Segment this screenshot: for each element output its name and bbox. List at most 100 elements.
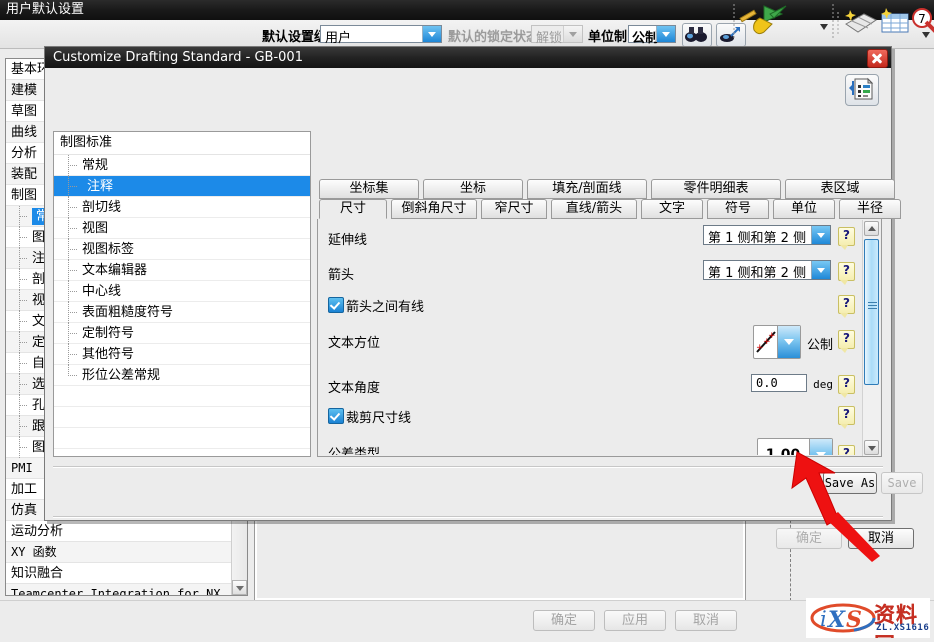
tab-2-row1[interactable]: 填充/剖面线 [527, 179, 647, 199]
drafting-tree-empty-row [54, 386, 310, 407]
combo-value: 第 1 侧和第 2 侧 [708, 262, 806, 281]
scroll-thumb-grip [868, 302, 877, 309]
tab-2-row2[interactable]: 窄尺寸 [481, 199, 547, 219]
tab-3-row2[interactable]: 直线/箭头 [551, 199, 637, 219]
checkbox-5[interactable] [328, 408, 344, 424]
dialog-title: Customize Drafting Standard - GB-001 [53, 50, 303, 65]
tab-5-row2[interactable]: 符号 [707, 199, 769, 219]
drafting-tree-item[interactable]: 剖切线 [54, 197, 310, 218]
drafting-tree-item[interactable]: 表面粗糙度符号 [54, 302, 310, 323]
chevron-down-icon[interactable] [422, 26, 441, 42]
drafting-tree-item-label: 形位公差常规 [82, 368, 160, 383]
background-tree-item[interactable]: Teamcenter Integration for NX [6, 584, 247, 596]
chevron-down-icon[interactable] [777, 326, 800, 358]
scroll-up-icon[interactable] [864, 221, 879, 236]
background-right-panel [255, 515, 745, 600]
field-label: 文本角度 [328, 377, 380, 396]
default-level-combo[interactable]: 用户 [320, 25, 442, 43]
drafting-tree-item[interactable]: 中心线 [54, 281, 310, 302]
background-tree-item-label: 装配 [11, 167, 37, 182]
drafting-tree-item[interactable]: 视图 [54, 218, 310, 239]
default-level-value: 用户 [325, 27, 351, 46]
tab-1-row2[interactable]: 倒斜角尺寸 [391, 199, 477, 219]
close-icon[interactable] [867, 49, 888, 68]
help-icon[interactable]: ? [838, 406, 855, 425]
settings-form: 延伸线第 1 侧和第 2 侧?箭头第 1 侧和第 2 侧?箭头之间有线?文本方位… [318, 219, 863, 455]
combo-1[interactable]: 第 1 侧和第 2 侧 [703, 260, 831, 280]
svg-text:7: 7 [918, 12, 926, 26]
drafting-tree-item[interactable]: 常规 [54, 155, 310, 176]
tab-1-row1[interactable]: 坐标 [423, 179, 523, 199]
save-as-button[interactable]: Save As [823, 472, 877, 494]
checkbox-label: 箭头之间有线 [346, 296, 424, 315]
chevron-down-icon[interactable] [811, 226, 830, 244]
tab-7-row2[interactable]: 半径 [839, 199, 901, 219]
tolerance-type-combo[interactable]: 1.00 [757, 438, 833, 455]
form-scrollbar[interactable] [862, 220, 880, 456]
chevron-down-icon[interactable] [656, 26, 675, 42]
background-tree-item[interactable]: 运动分析 [6, 521, 247, 542]
drafting-tree-item-label: 中心线 [82, 284, 121, 299]
field-label: 延伸线 [328, 229, 367, 248]
tab-0-row1[interactable]: 坐标集 [319, 179, 419, 199]
combo-0[interactable]: 第 1 侧和第 2 侧 [703, 225, 831, 245]
dialog-cancel-button[interactable]: 取消 [848, 528, 914, 549]
tab-6-row2[interactable]: 单位 [773, 199, 835, 219]
drafting-tree-item[interactable]: 其他符号 [54, 344, 310, 365]
background-tree-item-label: 加工 [11, 482, 37, 497]
scroll-thumb[interactable] [864, 239, 879, 385]
background-ok-button: 确定 [533, 610, 595, 631]
help-icon[interactable]: ? [838, 445, 855, 455]
tab-4-row2[interactable]: 文字 [641, 199, 703, 219]
background-tree-item-label: 建模 [11, 83, 37, 98]
text-input-4[interactable] [751, 374, 807, 392]
tolerance-type-value: 1.00 [758, 439, 808, 455]
watermark-logo-icon: i X S [810, 602, 876, 634]
background-tree-item-label: 运动分析 [11, 524, 63, 539]
help-icon[interactable]: ? [838, 330, 855, 349]
drafting-tree-item[interactable]: 注释 [54, 176, 310, 197]
lock-state-combo: 解锁 [531, 25, 583, 43]
help-icon[interactable]: ? [838, 295, 855, 314]
help-icon[interactable]: ? [838, 227, 855, 246]
background-tree-item[interactable]: XY 函数 [6, 542, 247, 563]
tab-4-row1[interactable]: 表区域 [785, 179, 895, 199]
scroll-down-icon[interactable] [232, 580, 247, 595]
drafting-tree-empty-row [54, 449, 310, 457]
drafting-tree-item[interactable]: 文本编辑器 [54, 260, 310, 281]
background-apply-button: 应用 [604, 610, 666, 631]
settings-tabs-area: 坐标集坐标填充/剖面线零件明细表表区域 尺寸倒斜角尺寸窄尺寸直线/箭头文字符号单… [317, 131, 882, 457]
drafting-tree-empty-row [54, 428, 310, 449]
tab-row-2: 尺寸倒斜角尺寸窄尺寸直线/箭头文字符号单位半径 [317, 199, 882, 219]
info-list-icon[interactable] [845, 74, 879, 106]
tab-3-row1[interactable]: 零件明细表 [651, 179, 781, 199]
help-icon[interactable]: ? [838, 262, 855, 281]
drafting-tree-empty-row [54, 407, 310, 428]
background-tree-item[interactable]: 知识融合 [6, 563, 247, 584]
text-orientation-combo[interactable]: +++ [753, 325, 801, 359]
chevron-down-icon[interactable] [809, 439, 832, 455]
tab-0-row2[interactable]: 尺寸 [319, 199, 387, 219]
field-label: 公差类型 [328, 443, 380, 455]
drafting-tree-item-label: 其他符号 [82, 347, 134, 362]
tab-row-1: 坐标集坐标填充/剖面线零件明细表表区域 [317, 179, 882, 199]
dialog-ok-button: 确定 [776, 528, 842, 549]
drafting-tree-item[interactable]: 视图标签 [54, 239, 310, 260]
drafting-tree-item[interactable]: 形位公差常规 [54, 365, 310, 386]
background-window-title: 用户默认设置 [6, 2, 84, 17]
field-label: 文本方位 [328, 332, 380, 351]
unit-system-combo[interactable]: 公制 [628, 25, 676, 43]
drafting-tree-item-label: 注释 [82, 177, 118, 196]
unit-system-value: 公制 [632, 27, 658, 46]
chevron-down-icon[interactable] [811, 261, 830, 279]
background-cancel-button: 取消 [675, 610, 737, 631]
drafting-tree-item[interactable]: 定制符号 [54, 323, 310, 344]
help-icon[interactable]: ? [838, 375, 855, 394]
dimension-tab-panel: 延伸线第 1 侧和第 2 侧?箭头第 1 侧和第 2 侧?箭头之间有线?文本方位… [317, 219, 882, 457]
scroll-down-icon[interactable] [864, 440, 879, 455]
unit-label: deg [813, 378, 833, 391]
drafting-standard-tree[interactable]: 制图标准 常规注释剖切线视图视图标签文本编辑器中心线表面粗糙度符号定制符号其他符… [53, 131, 311, 457]
background-tree-item-label: 草图 [11, 104, 37, 119]
watermark-url: ZL.XS1616.COM [876, 623, 930, 633]
checkbox-2[interactable] [328, 297, 344, 313]
